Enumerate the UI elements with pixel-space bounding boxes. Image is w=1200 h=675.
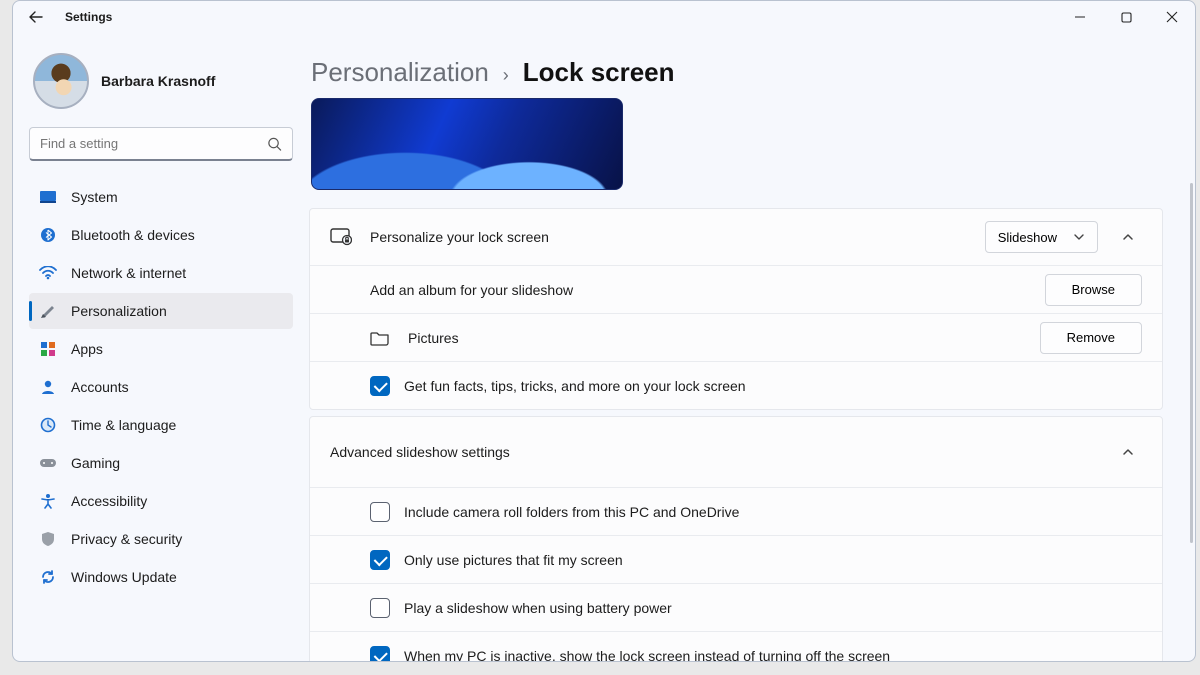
clock-icon [39, 416, 57, 434]
personalize-label: Personalize your lock screen [370, 229, 985, 245]
collapse-advanced[interactable] [1114, 438, 1142, 466]
nav-label: Windows Update [71, 569, 177, 585]
funfacts-checkbox[interactable] [370, 376, 390, 396]
fit-screen-checkbox[interactable] [370, 550, 390, 570]
content-inner: Personalization › Lock screen Personaliz… [309, 53, 1187, 661]
advanced-heading-row[interactable]: Advanced slideshow settings [310, 417, 1162, 487]
nav-label: Apps [71, 341, 103, 357]
fit-screen-row: Only use pictures that fit my screen [310, 535, 1162, 583]
scrollbar[interactable] [1190, 183, 1193, 543]
window-controls [1057, 1, 1195, 33]
nav-gaming[interactable]: Gaming [29, 445, 293, 481]
breadcrumb-parent[interactable]: Personalization [311, 57, 489, 88]
titlebar-left: Settings [25, 6, 112, 28]
advanced-card: Advanced slideshow settings Include came… [309, 416, 1163, 661]
mode-select[interactable]: Slideshow [985, 221, 1098, 253]
system-icon [39, 188, 57, 206]
nav-label: Time & language [71, 417, 176, 433]
add-album-label: Add an album for your slideshow [330, 282, 1045, 298]
nav-label: Gaming [71, 455, 120, 471]
nav-time-language[interactable]: Time & language [29, 407, 293, 443]
profile[interactable]: Barbara Krasnoff [29, 41, 293, 127]
funfacts-row: Get fun facts, tips, tricks, and more on… [310, 361, 1162, 409]
window-body: Barbara Krasnoff System Bluetooth & devi… [13, 33, 1195, 661]
nav-accessibility[interactable]: Accessibility [29, 483, 293, 519]
chevron-up-icon [1121, 230, 1135, 244]
search-box[interactable] [29, 127, 293, 161]
maximize-button[interactable] [1103, 1, 1149, 33]
shield-icon [39, 530, 57, 548]
update-icon [39, 568, 57, 586]
battery-checkbox[interactable] [370, 598, 390, 618]
nav-label: Accounts [71, 379, 129, 395]
minimize-button[interactable] [1057, 1, 1103, 33]
chevron-down-icon [1073, 231, 1085, 243]
profile-name: Barbara Krasnoff [101, 73, 215, 89]
back-button[interactable] [25, 6, 47, 28]
arrow-left-icon [28, 9, 44, 25]
wifi-icon [39, 264, 57, 282]
inactive-label: When my PC is inactive, show the lock sc… [404, 648, 1142, 662]
minimize-icon [1074, 11, 1086, 23]
advanced-heading: Advanced slideshow settings [330, 444, 1114, 460]
page-title: Lock screen [523, 57, 675, 88]
nav-personalization[interactable]: Personalization [29, 293, 293, 329]
settings-window: Settings Barbara Krasnoff [12, 0, 1196, 662]
lockscreen-preview[interactable] [311, 98, 623, 190]
inactive-checkbox[interactable] [370, 646, 390, 662]
inactive-row: When my PC is inactive, show the lock sc… [310, 631, 1162, 661]
personalize-row: Personalize your lock screen Slideshow [310, 209, 1162, 265]
search-input[interactable] [40, 136, 282, 151]
fit-screen-label: Only use pictures that fit my screen [404, 552, 1142, 568]
camera-roll-label: Include camera roll folders from this PC… [404, 504, 1142, 520]
battery-label: Play a slideshow when using battery powe… [404, 600, 1142, 616]
accounts-icon [39, 378, 57, 396]
nav-apps[interactable]: Apps [29, 331, 293, 367]
sidebar: Barbara Krasnoff System Bluetooth & devi… [13, 33, 309, 661]
battery-row: Play a slideshow when using battery powe… [310, 583, 1162, 631]
nav-bluetooth[interactable]: Bluetooth & devices [29, 217, 293, 253]
personalize-card: Personalize your lock screen Slideshow A… [309, 208, 1163, 410]
close-icon [1166, 11, 1178, 23]
close-button[interactable] [1149, 1, 1195, 33]
avatar [33, 53, 89, 109]
nav-label: Privacy & security [71, 531, 182, 547]
nav-label: Bluetooth & devices [71, 227, 195, 243]
nav-accounts[interactable]: Accounts [29, 369, 293, 405]
titlebar: Settings [13, 1, 1195, 33]
personalization-icon [39, 302, 57, 320]
camera-roll-row: Include camera roll folders from this PC… [310, 487, 1162, 535]
camera-roll-checkbox[interactable] [370, 502, 390, 522]
nav-privacy[interactable]: Privacy & security [29, 521, 293, 557]
gaming-icon [39, 454, 57, 472]
nav-label: Personalization [71, 303, 167, 319]
nav-list: System Bluetooth & devices Network & int… [29, 179, 293, 595]
search-icon [267, 136, 282, 151]
collapse-personalize[interactable] [1114, 223, 1142, 251]
content: Personalization › Lock screen Personaliz… [309, 33, 1195, 661]
nav-windows-update[interactable]: Windows Update [29, 559, 293, 595]
nav-system[interactable]: System [29, 179, 293, 215]
chevron-up-icon [1121, 445, 1135, 459]
nav-label: System [71, 189, 118, 205]
maximize-icon [1121, 12, 1132, 23]
apps-icon [39, 340, 57, 358]
breadcrumb-separator: › [503, 65, 509, 86]
album-name: Pictures [408, 330, 1022, 346]
folder-icon [370, 330, 390, 346]
remove-button[interactable]: Remove [1040, 322, 1142, 354]
breadcrumb: Personalization › Lock screen [309, 57, 1163, 88]
browse-button[interactable]: Browse [1045, 274, 1142, 306]
nav-network[interactable]: Network & internet [29, 255, 293, 291]
album-row: Pictures Remove [310, 313, 1162, 361]
nav-label: Accessibility [71, 493, 147, 509]
window-title: Settings [65, 10, 112, 24]
accessibility-icon [39, 492, 57, 510]
nav-label: Network & internet [71, 265, 186, 281]
lockscreen-icon [330, 226, 352, 248]
mode-selected: Slideshow [998, 230, 1057, 245]
bluetooth-icon [39, 226, 57, 244]
add-album-row: Add an album for your slideshow Browse [310, 265, 1162, 313]
funfacts-label: Get fun facts, tips, tricks, and more on… [404, 378, 1142, 394]
